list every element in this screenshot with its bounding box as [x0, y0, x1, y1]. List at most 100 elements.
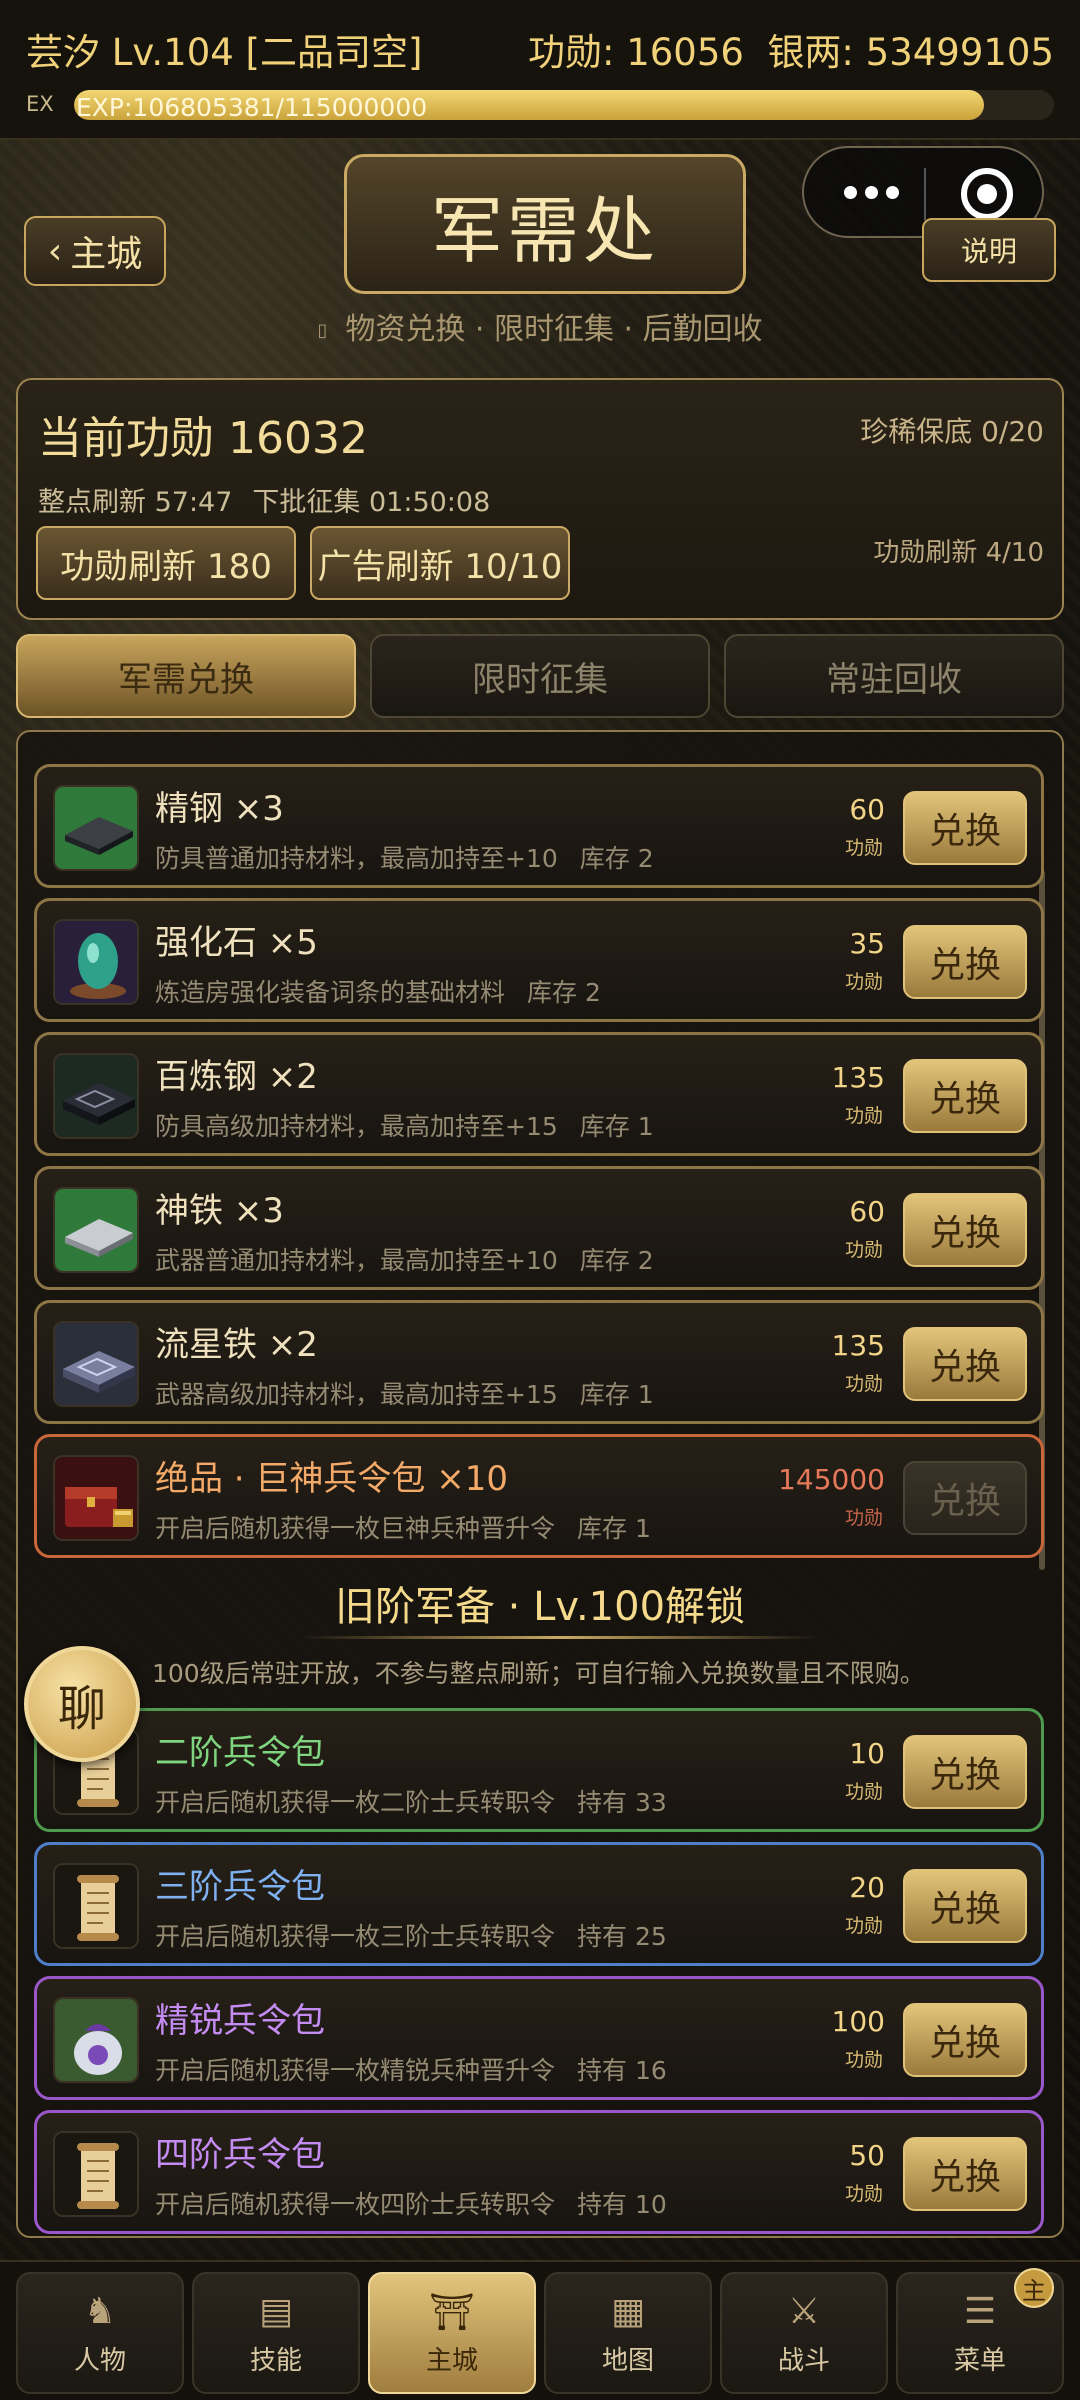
elite-pouch-icon	[53, 1997, 139, 2083]
exchange-button[interactable]: 兑换	[903, 925, 1027, 999]
chat-button[interactable]: 聊	[24, 1646, 140, 1762]
item-held: 持有 10	[577, 2190, 667, 2219]
item-desc: 开启后随机获得一枚四阶士兵转职令 持有 10	[155, 2185, 667, 2221]
rare-guarantee: 珍稀保底 0/20	[860, 415, 1044, 448]
exchange-button[interactable]: 兑换	[903, 1059, 1027, 1133]
nav-menu[interactable]: ☰ 菜单 主	[896, 2268, 1064, 2394]
tab-supply-exchange[interactable]: 军需兑换	[16, 634, 356, 718]
item-desc: 防具普通加持材料，最高加持至+10 库存 2	[155, 839, 654, 875]
nav-main-city[interactable]: ⛩ 主城	[368, 2272, 536, 2394]
exchange-button[interactable]: 兑换	[903, 1869, 1027, 1943]
item-desc-text: 开启后随机获得一枚四阶士兵转职令	[155, 2190, 556, 2219]
menu-badge: 主	[1014, 2268, 1054, 2308]
list-item: 三阶兵令包 开启后随机获得一枚三阶士兵转职令 持有 25 20 功勋 兑换	[34, 1842, 1044, 1966]
cost-unit: 功勋	[844, 2183, 883, 2205]
nav-character[interactable]: ♞ 人物	[16, 2272, 184, 2394]
item-name: 精锐兵令包	[155, 2001, 325, 2041]
exchange-button[interactable]: 兑换	[903, 1193, 1027, 1267]
item-name: 三阶兵令包	[155, 1867, 325, 1907]
exchange-button[interactable]: 兑换	[903, 1327, 1027, 1401]
merit-total: 功勋: 16056	[528, 31, 744, 74]
nav-skills[interactable]: ▤ 技能	[192, 2272, 360, 2394]
item-name: 四阶兵令包	[155, 2135, 325, 2175]
item-cost: 145000	[778, 1463, 885, 1496]
item-cost: 60	[849, 793, 885, 826]
item-desc-text: 开启后随机获得一枚三阶士兵转职令	[155, 1922, 556, 1951]
tab-permanent-recycle[interactable]: 常驻回收	[724, 634, 1064, 718]
hourly-refresh-timer: 整点刷新 57:47	[38, 487, 233, 518]
item-desc: 防具高级加持材料，最高加持至+15 库存 1	[155, 1107, 654, 1143]
item-cost: 135	[831, 1061, 885, 1094]
item-stock: 库存 2	[579, 1246, 654, 1275]
scroll-icon	[53, 2131, 139, 2217]
scroll-icon	[53, 1863, 139, 1949]
close-target-icon[interactable]	[961, 168, 1013, 220]
current-merit: 当前功勋 16032	[38, 413, 368, 464]
item-name: 流星铁 ×2	[155, 1325, 318, 1365]
scroll-map-icon: ▤	[258, 2291, 293, 2332]
item-cost: 135	[831, 1329, 885, 1362]
item-desc-text: 开启后随机获得一枚巨神兵种晋升令	[155, 1514, 556, 1543]
item-desc: 开启后随机获得一枚精锐兵种晋升令 持有 16	[155, 2051, 667, 2087]
back-to-city-button[interactable]: ‹ 主城	[24, 216, 166, 286]
exchange-button[interactable]: 兑换	[903, 791, 1027, 865]
cost-unit: 功勋	[844, 1915, 883, 1937]
merit-refresh-count: 功勋刷新 4/10	[873, 538, 1044, 568]
list-item: 四阶兵令包 开启后随机获得一枚四阶士兵转职令 持有 10 50 功勋 兑换	[34, 2110, 1044, 2234]
item-desc-text: 防具高级加持材料，最高加持至+15	[155, 1112, 558, 1141]
jade-stone-icon	[53, 919, 139, 1005]
nav-map[interactable]: ▦ 地图	[544, 2272, 712, 2394]
cost-unit: 功勋	[844, 1507, 883, 1529]
item-held: 持有 25	[577, 1922, 667, 1951]
exchange-button-disabled[interactable]: 兑换	[903, 1461, 1027, 1535]
warrior-icon: ♞	[83, 2291, 117, 2332]
cost-unit: 功勋	[844, 1105, 883, 1127]
cost-unit: 功勋	[844, 1239, 883, 1261]
ad-refresh-button[interactable]: 广告刷新 10/10	[310, 526, 570, 600]
item-desc: 开启后随机获得一枚三阶士兵转职令 持有 25	[155, 1917, 667, 1953]
item-desc: 开启后随机获得一枚二阶士兵转职令 持有 33	[155, 1783, 667, 1819]
item-stock: 库存 2	[579, 844, 654, 873]
item-stock: 库存 1	[577, 1514, 651, 1543]
exchange-button[interactable]: 兑换	[903, 2137, 1027, 2211]
refresh-timers: 整点刷新 57:47 下批征集 01:50:08	[38, 480, 490, 519]
exchange-button[interactable]: 兑换	[903, 2003, 1027, 2077]
item-name: 二阶兵令包	[155, 1733, 325, 1773]
exchange-button[interactable]: 兑换	[903, 1735, 1027, 1809]
legacy-section-title: 旧阶军备 · Lv.100解锁	[334, 1584, 746, 1630]
merit-refresh-button[interactable]: 功勋刷新 180	[36, 526, 296, 600]
nav-label: 地图	[601, 2345, 654, 2376]
tab-limited-collection[interactable]: 限时征集	[370, 634, 710, 718]
item-desc: 武器普通加持材料，最高加持至+10 库存 2	[155, 1241, 654, 1277]
item-cost: 35	[849, 927, 885, 960]
page-subtitle: ▯ 物资兑换 · 限时征集 · 后勤回收	[0, 304, 1080, 348]
player-name-level: 芸汐 Lv.104 [二品司空]	[26, 31, 423, 74]
map-icon: ▦	[610, 2291, 645, 2332]
cost-unit: 功勋	[844, 1373, 883, 1395]
capsule-divider	[924, 168, 926, 220]
status-bar: 芸汐 Lv.104 [二品司空] 功勋: 16056 银两: 53499105 …	[0, 0, 1080, 140]
treasure-chest-icon	[53, 1455, 139, 1541]
nav-label: 主城	[425, 2345, 478, 2376]
help-button[interactable]: 说明	[922, 218, 1056, 282]
item-name: 强化石 ×5	[155, 923, 318, 963]
nav-label: 人物	[73, 2345, 126, 2376]
list-item: 强化石 ×5 炼造房强化装备词条的基础材料 库存 2 35 功勋 兑换	[34, 898, 1044, 1022]
nav-label: 技能	[249, 2345, 302, 2376]
list-item: 二阶兵令包 开启后随机获得一枚二阶士兵转职令 持有 33 10 功勋 兑换	[34, 1708, 1044, 1832]
cost-unit: 功勋	[844, 2049, 883, 2071]
bottom-nav: ♞ 人物 ▤ 技能 ⛩ 主城 ▦ 地图 ⚔ 战斗 ☰ 菜单 主	[0, 2260, 1080, 2400]
item-stock: 库存 2	[527, 978, 601, 1007]
page-title-plaque: 军需处	[344, 154, 746, 294]
exp-label: EX	[26, 92, 54, 116]
nav-battle[interactable]: ⚔ 战斗	[720, 2272, 888, 2394]
list-item: 精锐兵令包 开启后随机获得一枚精锐兵种晋升令 持有 16 100 功勋 兑换	[34, 1976, 1044, 2100]
merit-panel: 当前功勋 16032 珍稀保底 0/20 整点刷新 57:47 下批征集 01:5…	[16, 378, 1064, 620]
divine-iron-icon	[53, 1187, 139, 1273]
menu-scroll-icon: ☰	[963, 2291, 997, 2332]
meteor-iron-icon	[53, 1321, 139, 1407]
cost-unit: 功勋	[844, 1781, 883, 1803]
item-name: 精钢 ×3	[155, 789, 284, 829]
section-divider	[300, 1636, 820, 1639]
more-dots-icon[interactable]	[838, 174, 904, 210]
